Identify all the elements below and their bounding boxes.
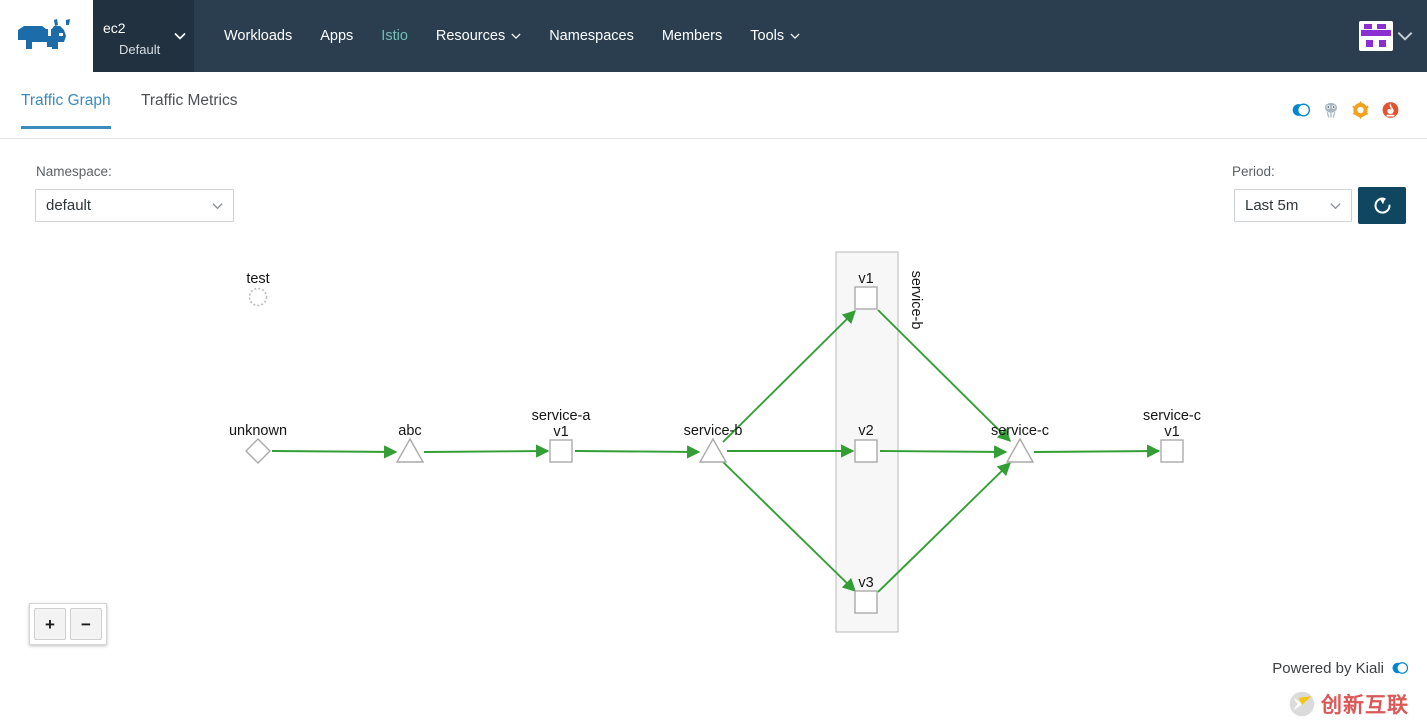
namespace-select-value: default [46, 197, 92, 214]
kiali-icon[interactable] [1291, 100, 1311, 120]
zoom-controls: + − [29, 603, 107, 645]
graph-svg: service-b [245, 251, 1184, 633]
period-select[interactable]: Last 5m [1234, 189, 1352, 222]
graph-node-v3[interactable] [854, 590, 878, 614]
watermark: 创新互联 [1288, 689, 1409, 719]
nav-item-namespaces[interactable]: Namespaces [535, 0, 648, 72]
footer: Powered by Kiali [1272, 659, 1409, 677]
nav-item-resources[interactable]: Resources [422, 0, 535, 72]
period-label: Period: [1232, 164, 1275, 179]
grafana-icon[interactable] [1351, 100, 1370, 120]
cluster-subtitle: Default [119, 42, 161, 57]
nav-label: Apps [320, 28, 354, 44]
tab-traffic-metrics[interactable]: Traffic Metrics [141, 92, 237, 126]
chevron-down-icon [174, 32, 186, 40]
namespace-select[interactable]: default [35, 189, 234, 222]
graph-edge[interactable] [423, 444, 550, 458]
nav-label: Namespaces [549, 28, 634, 44]
page-tabbar: Traffic Graph Traffic Metrics [0, 72, 1427, 139]
graph-node-v2[interactable] [854, 439, 878, 463]
refresh-icon [1374, 197, 1391, 214]
kiali-bull-logo [17, 19, 70, 49]
nav-label: Members [661, 28, 723, 44]
graph-edge[interactable] [1033, 444, 1161, 458]
chevron-down-icon [212, 203, 223, 210]
tab-traffic-graph[interactable]: Traffic Graph [21, 92, 111, 129]
nav-item-apps[interactable]: Apps [306, 0, 367, 72]
chevron-down-icon [1330, 203, 1341, 210]
graph-node-service-c-v1[interactable] [1160, 439, 1184, 463]
cluster-selector[interactable]: ec2 Default [93, 0, 194, 72]
user-avatar-icon[interactable] [1359, 21, 1393, 51]
graph-node-service-b[interactable] [698, 437, 728, 463]
powered-by-label: Powered by Kiali [1272, 659, 1384, 677]
graph-edge[interactable] [879, 445, 1008, 459]
nav-item-workloads[interactable]: Workloads [210, 0, 306, 72]
graph-edge[interactable] [271, 445, 398, 459]
watermark-logo-icon [1289, 691, 1315, 717]
period-select-value: Last 5m [1245, 197, 1299, 214]
traffic-graph-canvas[interactable]: service-b test unknown abc service-a v1 servi… [0, 239, 1427, 721]
chevron-down-icon[interactable] [1397, 28, 1413, 44]
graph-nodes [245, 286, 1184, 614]
graph-edge[interactable] [722, 461, 856, 592]
namespace-label: Namespace: [36, 164, 112, 179]
graph-edge[interactable] [722, 310, 856, 443]
graph-node-abc[interactable] [395, 437, 425, 463]
brand-logo[interactable] [0, 0, 93, 72]
zoom-in-button[interactable]: + [34, 608, 66, 640]
nav-item-members[interactable]: Members [648, 0, 736, 72]
watermark-text: 创新互联 [1321, 693, 1409, 717]
graph-group-label: service-b [908, 271, 924, 330]
kiali-icon[interactable] [1391, 659, 1409, 677]
refresh-button[interactable] [1358, 187, 1406, 224]
masthead-right [1359, 0, 1427, 72]
graph-node-service-c[interactable] [1005, 437, 1035, 463]
nav-item-tools[interactable]: Tools [736, 0, 814, 72]
graph-node-test[interactable] [248, 287, 268, 307]
chevron-down-icon [790, 33, 800, 39]
graph-node-service-a-v1[interactable] [549, 439, 573, 463]
graph-group-boxes: service-b [835, 251, 924, 633]
chevron-down-icon [511, 33, 521, 39]
nav-label: Istio [381, 28, 408, 44]
jaeger-icon[interactable] [1322, 100, 1340, 120]
graph-node-unknown[interactable] [245, 438, 271, 464]
tab-label: Traffic Graph [21, 92, 111, 109]
primary-nav: Workloads Apps Istio Resources Namespace… [194, 0, 814, 72]
nav-label: Tools [750, 28, 785, 44]
graph-edge[interactable] [574, 445, 701, 459]
prometheus-icon[interactable] [1381, 100, 1400, 120]
tab-label: Traffic Metrics [141, 92, 238, 109]
zoom-out-button[interactable]: − [70, 608, 102, 640]
nav-label: Resources [435, 28, 506, 44]
cluster-name: ec2 [103, 20, 126, 36]
external-tool-icons [1291, 100, 1400, 120]
nav-label: Workloads [224, 28, 293, 44]
graph-node-v1[interactable] [854, 286, 878, 310]
masthead: ec2 Default Workloads Apps Istio Resourc… [0, 0, 1427, 72]
nav-item-istio[interactable]: Istio [367, 0, 422, 72]
